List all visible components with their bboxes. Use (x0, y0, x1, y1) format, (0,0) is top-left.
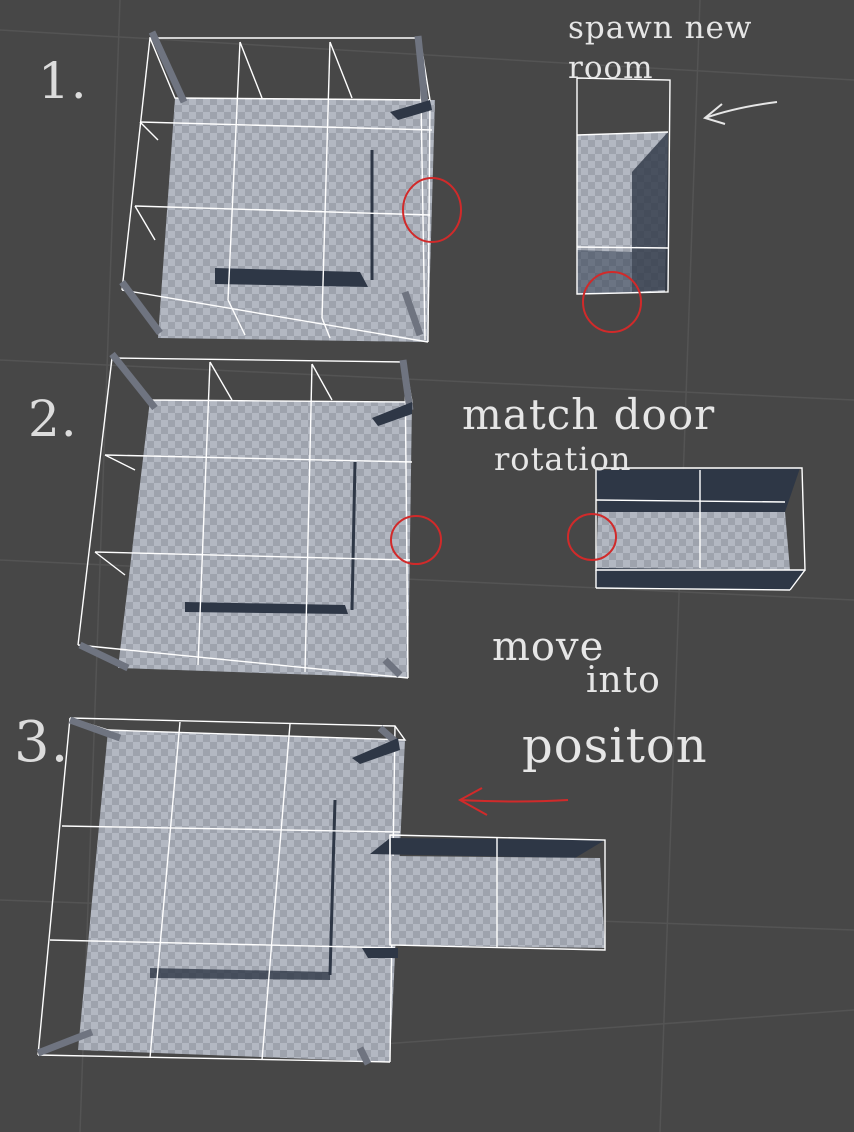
step-3-label-line3: positon (522, 718, 708, 774)
step-2-label-line1: match door (462, 390, 716, 439)
arrow-move (457, 787, 569, 816)
room-1-floor (158, 98, 435, 342)
step-1-number: 1. (38, 52, 88, 110)
scene-drawing (0, 0, 854, 1132)
corridor-1 (576, 77, 671, 295)
step-2-number: 2. (28, 390, 78, 448)
step-3-number: 3. (14, 710, 70, 775)
room-1 (119, 30, 435, 343)
room-2-floor (118, 400, 412, 678)
step-1-label: spawn new room (568, 8, 798, 88)
arrow-spawn (702, 101, 778, 125)
step-3-label-line2: into (586, 660, 661, 701)
corridor-2 (595, 467, 806, 591)
room-2 (77, 351, 414, 679)
step-2-label-line2: rotation (494, 440, 632, 478)
room-3-floor (78, 730, 405, 1062)
scene-canvas: 1. 2. 3. spawn new room match door rotat… (0, 0, 854, 1132)
step-1-label-text: spawn new room (568, 10, 753, 86)
corridor-3 (370, 834, 606, 951)
